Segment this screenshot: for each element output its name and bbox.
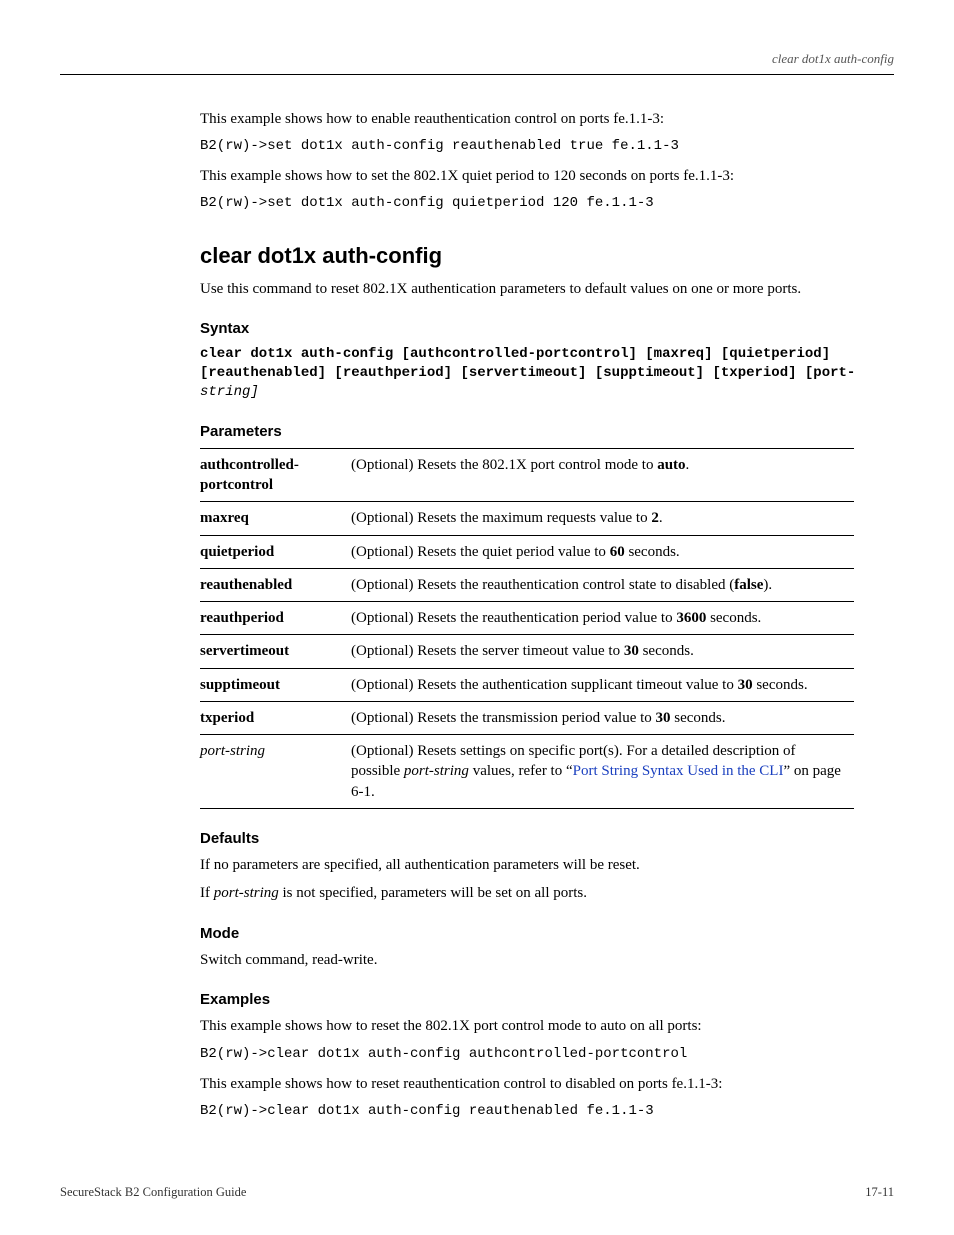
defaults-line-1: If no parameters are specified, all auth…	[200, 855, 854, 875]
command-title: clear dot1x auth-config	[200, 241, 854, 271]
param-name: servertimeout	[200, 635, 351, 668]
intro-ex2-code: B2(rw)->set dot1x auth-config reauthenab…	[200, 137, 854, 156]
param-name: authcontrolled-portcontrol	[200, 448, 351, 502]
examples-ex1-text: This example shows how to reset the 802.…	[200, 1016, 854, 1036]
syntax-heading: Syntax	[200, 319, 854, 339]
examples-ex2-code: B2(rw)->clear dot1x auth-config reauthen…	[200, 1102, 854, 1121]
param-row: authcontrolled-portcontrol(Optional) Res…	[200, 448, 854, 502]
intro-ex2-text: This example shows how to enable reauthe…	[200, 109, 854, 129]
param-row: reauthenabled(Optional) Resets the reaut…	[200, 568, 854, 601]
defaults-line-2-italic: port-string	[214, 885, 279, 901]
footer: SecureStack B2 Configuration Guide 17-11	[60, 1184, 894, 1201]
defaults-heading: Defaults	[200, 829, 854, 849]
param-name: quietperiod	[200, 535, 351, 568]
param-row: supptimeout(Optional) Resets the authent…	[200, 668, 854, 701]
parameters-heading: Parameters	[200, 422, 854, 442]
examples-ex2-text: This example shows how to reset reauthen…	[200, 1074, 854, 1094]
intro-ex3-text: This example shows how to set the 802.1X…	[200, 166, 854, 186]
param-row: txperiod(Optional) Resets the transmissi…	[200, 701, 854, 734]
footer-left: SecureStack B2 Configuration Guide	[60, 1184, 246, 1201]
footer-right: 17-11	[865, 1184, 894, 1201]
param-row: reauthperiod(Optional) Resets the reauth…	[200, 602, 854, 635]
syntax-line-1: clear dot1x auth-config [authcontrolled-…	[200, 346, 830, 362]
param-name: port-string	[200, 735, 351, 809]
mode-text: Switch command, read-write.	[200, 950, 854, 970]
header-rule	[60, 74, 894, 75]
param-name: txperiod	[200, 701, 351, 734]
port-string-syntax-link[interactable]: Port String Syntax Used in the CLI	[573, 763, 784, 779]
param-desc: (Optional) Resets the transmission perio…	[351, 701, 854, 734]
param-desc: (Optional) Resets the reauthentication c…	[351, 568, 854, 601]
param-name: reauthperiod	[200, 602, 351, 635]
param-name: reauthenabled	[200, 568, 351, 601]
param-desc: (Optional) Resets the reauthentication p…	[351, 602, 854, 635]
param-desc: (Optional) Resets the authentication sup…	[351, 668, 854, 701]
page: clear dot1x auth-config This example sho…	[0, 0, 954, 1235]
param-row: quietperiod(Optional) Resets the quiet p…	[200, 535, 854, 568]
examples-ex1-code: B2(rw)->clear dot1x auth-config authcont…	[200, 1045, 854, 1064]
mode-heading: Mode	[200, 924, 854, 944]
param-row: servertimeout(Optional) Resets the serve…	[200, 635, 854, 668]
param-name: supptimeout	[200, 668, 351, 701]
param-desc: (Optional) Resets the maximum requests v…	[351, 502, 854, 535]
parameters-table: authcontrolled-portcontrol(Optional) Res…	[200, 448, 854, 809]
defaults-line-2-pre: If	[200, 885, 214, 901]
param-desc: (Optional) Resets settings on specific p…	[351, 735, 854, 809]
content-area: This example shows how to enable reauthe…	[200, 109, 854, 1121]
param-desc: (Optional) Resets the 802.1X port contro…	[351, 448, 854, 502]
syntax-code: clear dot1x auth-config [authcontrolled-…	[200, 345, 854, 402]
syntax-line-2: [reauthenabled] [reauthperiod] [serverti…	[200, 365, 855, 381]
param-row: maxreq(Optional) Resets the maximum requ…	[200, 502, 854, 535]
param-desc: (Optional) Resets the server timeout val…	[351, 635, 854, 668]
running-head: clear dot1x auth-config	[60, 50, 894, 68]
param-desc: (Optional) Resets the quiet period value…	[351, 535, 854, 568]
syntax-line-3: string]	[200, 384, 259, 400]
param-row: port-string(Optional) Resets settings on…	[200, 735, 854, 809]
examples-heading: Examples	[200, 990, 854, 1010]
defaults-line-2: If port-string is not specified, paramet…	[200, 883, 854, 903]
intro-ex3-code: B2(rw)->set dot1x auth-config quietperio…	[200, 194, 854, 213]
defaults-line-2-post: is not specified, parameters will be set…	[279, 885, 587, 901]
param-name: maxreq	[200, 502, 351, 535]
command-desc: Use this command to reset 802.1X authent…	[200, 279, 854, 299]
